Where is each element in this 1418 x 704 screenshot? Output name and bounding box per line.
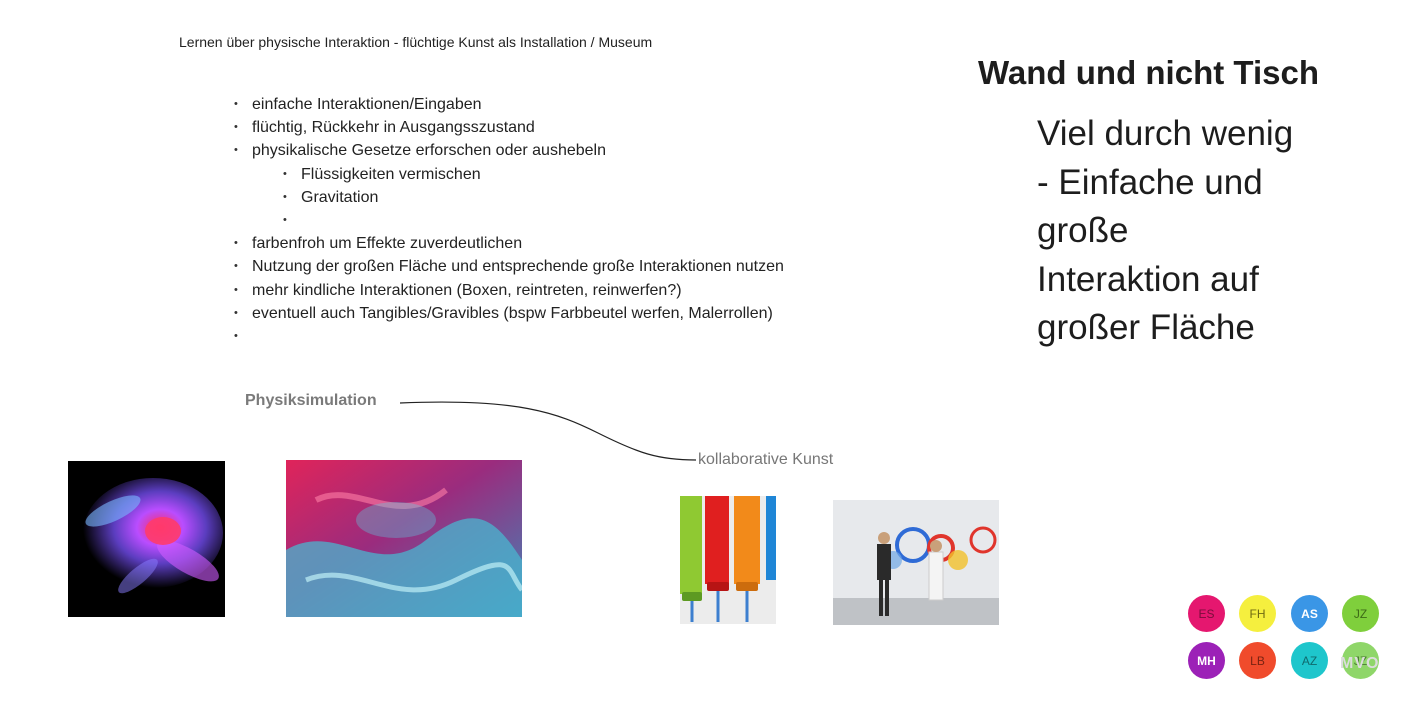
- paint-rollers-image[interactable]: [680, 496, 776, 624]
- wall-description-line: großer Fläche: [1037, 308, 1255, 347]
- wall-description-line: Viel durch wenig: [1037, 114, 1294, 153]
- wall-description-line: große: [1037, 211, 1129, 250]
- board-subtitle: Lernen über physische Interaktion - flüc…: [179, 34, 653, 50]
- list-item[interactable]: farbenfroh um Effekte zuverdeutlichen: [232, 232, 784, 255]
- wall-painting-image[interactable]: [833, 500, 999, 625]
- list-item[interactable]: mehr kindliche Interaktionen (Boxen, rei…: [232, 279, 784, 302]
- avatar[interactable]: JZ: [1342, 595, 1379, 632]
- physics-simulation-label[interactable]: Physiksimulation: [245, 392, 377, 410]
- wall-description[interactable]: Viel durch wenig - Einfache und große In…: [1037, 110, 1293, 353]
- list-item[interactable]: [232, 325, 784, 348]
- avatar[interactable]: AZ: [1291, 642, 1328, 679]
- list-item[interactable]: einfache Interaktionen/Eingaben: [232, 93, 784, 116]
- sub-list-item[interactable]: [232, 209, 784, 232]
- color-explosion-image[interactable]: [68, 461, 225, 617]
- avatar[interactable]: LB: [1239, 642, 1276, 679]
- sub-list-item[interactable]: Gravitation: [232, 186, 784, 209]
- wall-description-line: - Einfache und: [1037, 162, 1263, 202]
- watermark-logo: MVO: [1340, 655, 1380, 672]
- collaborative-art-label[interactable]: kollaborative Kunst: [698, 451, 833, 469]
- connector-line[interactable]: [398, 398, 698, 464]
- notes-list: einfache Interaktionen/Eingaben flüchtig…: [232, 93, 784, 348]
- sub-list-item[interactable]: Flüssigkeiten vermischen: [232, 163, 784, 186]
- avatar[interactable]: ES: [1188, 595, 1225, 632]
- list-item[interactable]: physikalische Gesetze erforschen oder au…: [232, 139, 784, 162]
- fluid-mixing-image[interactable]: [286, 460, 522, 617]
- avatar[interactable]: AS: [1291, 595, 1328, 632]
- list-item[interactable]: flüchtig, Rückkehr in Ausgangsszustand: [232, 116, 784, 139]
- wall-description-line: Interaktion auf: [1037, 259, 1259, 299]
- list-item[interactable]: eventuell auch Tangibles/Gravibles (bspw…: [232, 302, 784, 325]
- wall-title[interactable]: Wand und nicht Tisch: [978, 54, 1319, 92]
- avatar[interactable]: MH: [1188, 642, 1225, 679]
- list-item[interactable]: Nutzung der großen Fläche und entspreche…: [232, 255, 784, 278]
- avatar[interactable]: FH: [1239, 595, 1276, 632]
